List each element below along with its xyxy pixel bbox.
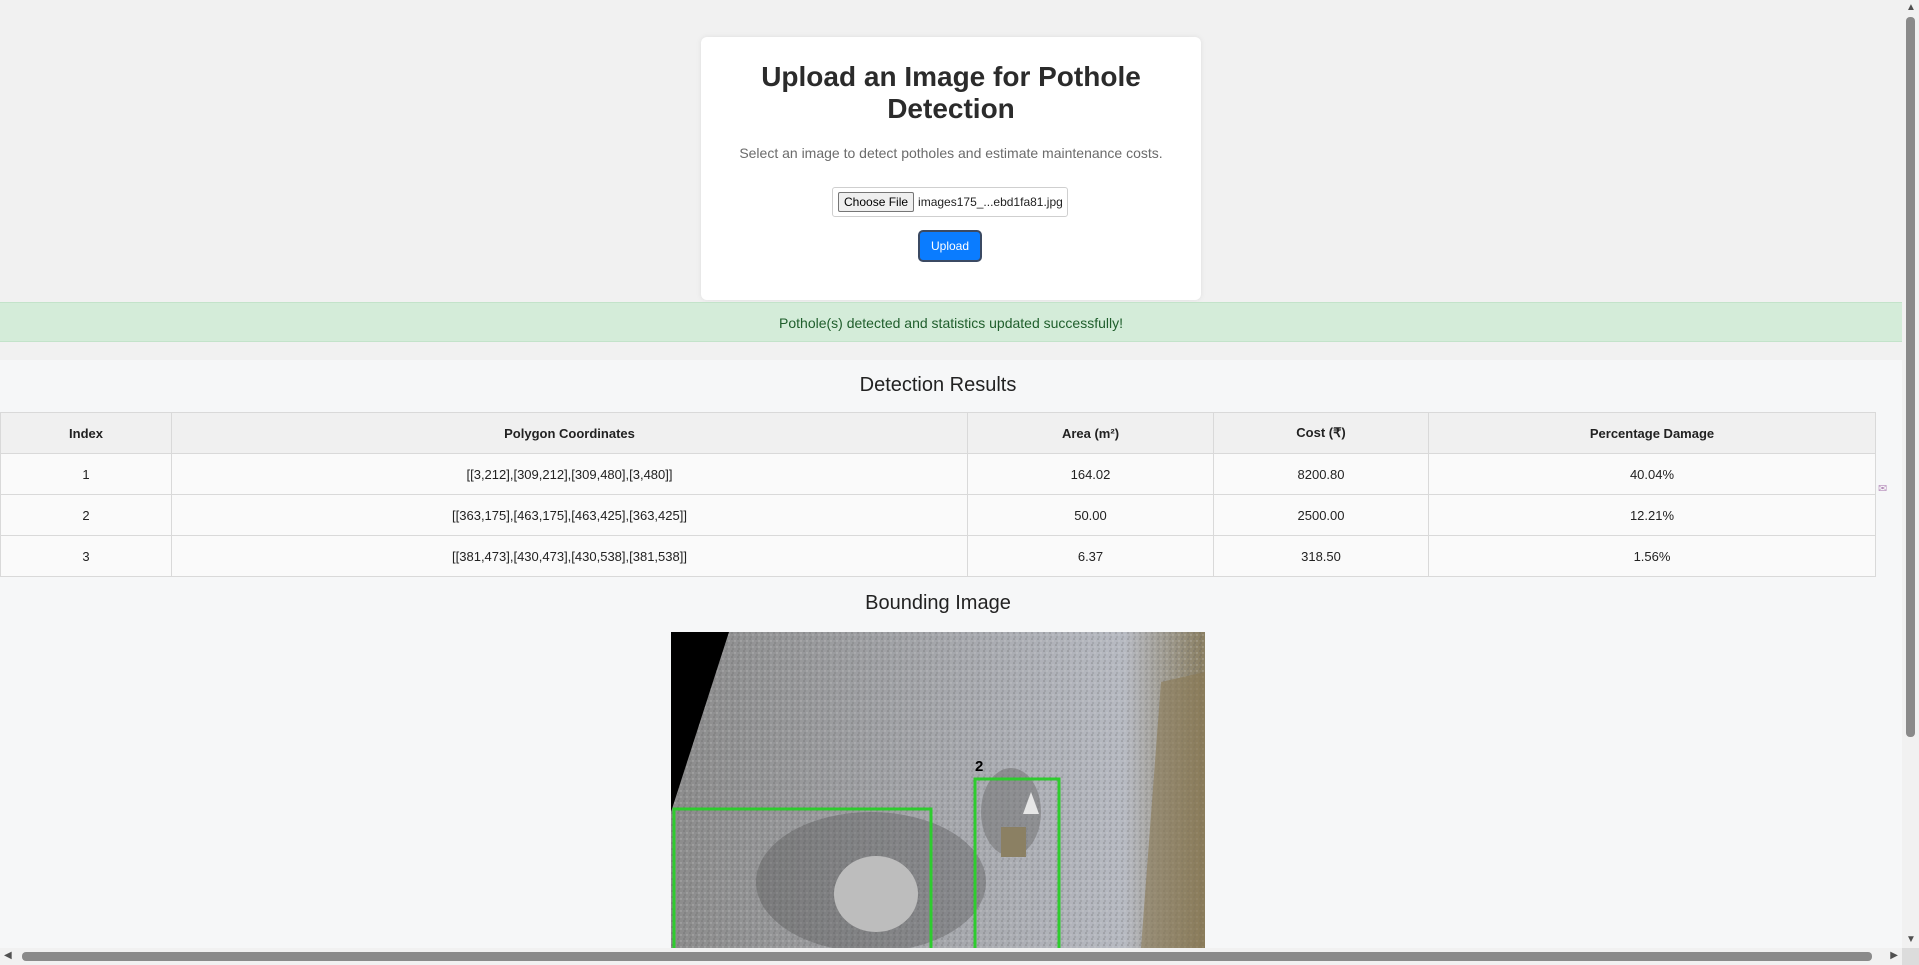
cell-polygon: [[381,473],[430,473],[430,538],[381,538]… [171,535,968,577]
cell-polygon: [[363,175],[463,175],[463,425],[363,425]… [171,494,968,536]
cell-area: 164.02 [967,453,1214,495]
header-damage: Percentage Damage [1428,412,1876,454]
results-section: Detection Results Index Polygon Coordina… [0,360,1902,948]
arrow-right-icon[interactable]: ▶ [1890,950,1898,962]
selected-file-name: images175_...ebd1fa81.jpg [918,195,1063,209]
file-input[interactable]: Choose File images175_...ebd1fa81.jpg [832,187,1068,217]
page: Upload an Image for Pothole Detection Se… [0,0,1902,948]
horizontal-scrollbar[interactable]: ◀ ▶ [0,948,1902,965]
cell-damage: 40.04% [1428,453,1876,495]
scrollbar-corner [1902,948,1919,965]
arrow-up-icon[interactable]: ▲ [1906,2,1916,14]
arrow-down-icon[interactable]: ▼ [1906,934,1916,946]
cell-index: 1 [0,453,172,495]
cell-damage: 12.21% [1428,494,1876,536]
header-cost: Cost (₹) [1213,412,1429,454]
bounding-image-title: Bounding Image [865,592,1011,614]
cell-polygon: [[3,212],[309,212],[309,480],[3,480]] [171,453,968,495]
results-title: Detection Results [859,374,1017,396]
table-row: 2 [[363,175],[463,175],[463,425],[363,42… [0,494,1876,536]
upload-card: Upload an Image for Pothole Detection Se… [701,37,1201,300]
cell-cost: 8200.80 [1213,453,1429,495]
extension-icon[interactable]: ✉ [1878,482,1898,498]
bounding-image-canvas: 2 [671,632,1205,948]
vertical-scroll-thumb[interactable] [1906,17,1915,737]
cell-cost: 2500.00 [1213,494,1429,536]
results-table: Index Polygon Coordinates Area (m²) Cost… [0,412,1876,577]
vertical-scrollbar[interactable]: ▲ ▼ [1902,0,1919,948]
bounding-image: 2 [671,632,1205,948]
table-header-row: Index Polygon Coordinates Area (m²) Cost… [0,412,1876,454]
arrow-left-icon[interactable]: ◀ [4,950,12,962]
cell-area: 6.37 [967,535,1214,577]
table-row: 1 [[3,212],[309,212],[309,480],[3,480]] … [0,453,1876,495]
cell-index: 2 [0,494,172,536]
detection-label: 2 [975,758,983,775]
success-banner: Pothole(s) detected and statistics updat… [0,302,1902,342]
cell-damage: 1.56% [1428,535,1876,577]
upload-subtitle: Select an image to detect potholes and e… [739,145,1163,161]
cell-area: 50.00 [967,494,1214,536]
cell-cost: 318.50 [1213,535,1429,577]
choose-file-button[interactable]: Choose File [838,192,915,212]
upload-button[interactable]: Upload [918,230,982,262]
horizontal-scroll-thumb[interactable] [22,952,1872,961]
header-polygon: Polygon Coordinates [171,412,968,454]
table-row: 3 [[381,473],[430,473],[430,538],[381,53… [0,535,1876,577]
header-index: Index [0,412,172,454]
header-area: Area (m²) [967,412,1214,454]
cell-index: 3 [0,535,172,577]
page-title: Upload an Image for Pothole Detection [761,61,1141,124]
